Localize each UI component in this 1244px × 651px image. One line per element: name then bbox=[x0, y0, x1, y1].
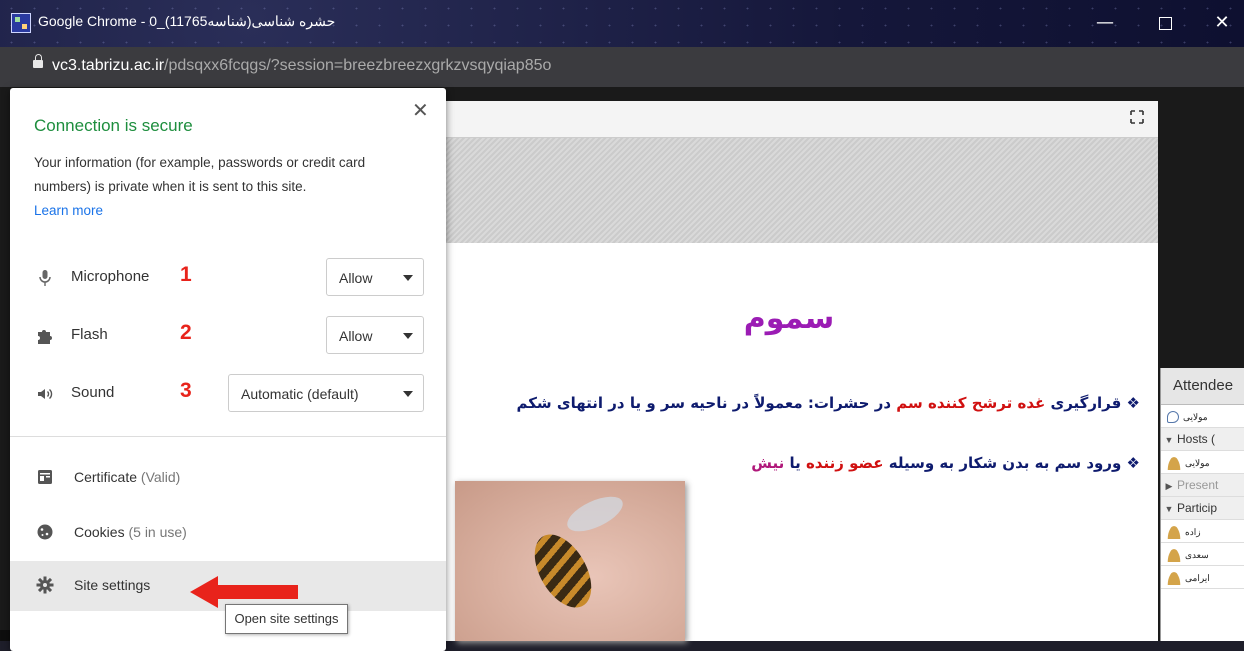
site-settings-label: Site settings bbox=[74, 577, 151, 593]
pod-header bbox=[420, 101, 1158, 138]
microphone-icon bbox=[39, 270, 51, 286]
attendee-row[interactable]: ایرامی bbox=[1161, 566, 1244, 589]
microphone-select[interactable]: Allow bbox=[326, 258, 424, 296]
permission-label: Sound bbox=[71, 384, 115, 401]
maximize-button[interactable] bbox=[1143, 6, 1187, 40]
gear-icon bbox=[36, 576, 54, 594]
triangle-down-icon: ▼ bbox=[1164, 435, 1174, 445]
attendee-row[interactable]: سعدی bbox=[1161, 543, 1244, 566]
slide-bullet-1: ❖ قرارگیری غده ترشح کننده سم در حشرات: م… bbox=[516, 394, 1140, 412]
window-title: Google Chrome - 0_(11765حشره شناسی(شناسه bbox=[38, 13, 336, 29]
participant-icon bbox=[1167, 524, 1181, 539]
attendee-row[interactable]: زاده bbox=[1161, 520, 1244, 543]
phone-icon bbox=[1167, 410, 1179, 423]
share-pod: سموم ❖ قرارگیری غده ترشح کننده سم در حشر… bbox=[420, 101, 1158, 641]
popup-divider bbox=[10, 436, 446, 437]
learn-more-link[interactable]: Learn more bbox=[34, 203, 103, 218]
url-text[interactable]: vc3.tabrizu.ac.ir/pdsqxx6fcqgs/?session=… bbox=[52, 57, 551, 75]
cookies-label: Cookies (5 in use) bbox=[74, 524, 187, 540]
cookie-icon bbox=[37, 524, 53, 540]
slide-hatched-area bbox=[420, 138, 1158, 243]
bullet-marker: ❖ bbox=[1126, 394, 1140, 412]
puzzle-icon bbox=[38, 330, 52, 344]
triangle-right-icon: ▶ bbox=[1165, 481, 1173, 491]
bullet2-part2: عضو زننده bbox=[805, 454, 884, 472]
presenters-section[interactable]: ▶ Present bbox=[1161, 474, 1244, 497]
certificate-icon bbox=[38, 470, 52, 484]
bee-wing bbox=[562, 489, 628, 539]
annotation-number: 3 bbox=[180, 379, 192, 402]
maximize-icon bbox=[1158, 16, 1172, 30]
bullet-marker: ❖ bbox=[1126, 454, 1140, 472]
bee-body bbox=[523, 524, 603, 618]
certificate-item[interactable]: Certificate (Valid) bbox=[10, 453, 446, 503]
permission-label: Microphone bbox=[71, 268, 150, 285]
participant-camera-icon bbox=[1167, 570, 1181, 585]
attendees-title: Attendee bbox=[1161, 368, 1244, 405]
annotation-number: 1 bbox=[180, 263, 192, 286]
bullet1-part1: قرارگیری bbox=[1050, 394, 1122, 412]
chevron-down-icon bbox=[403, 275, 413, 281]
hosts-section[interactable]: ▼ Hosts ( bbox=[1161, 428, 1244, 451]
certificate-label: Certificate (Valid) bbox=[74, 469, 181, 485]
slide-title: سموم bbox=[743, 301, 835, 336]
chevron-down-icon bbox=[403, 333, 413, 339]
address-bar[interactable]: vc3.tabrizu.ac.ir/pdsqxx6fcqgs/?session=… bbox=[0, 47, 1244, 87]
attendee-row[interactable]: مولایی bbox=[1161, 451, 1244, 474]
flash-select[interactable]: Allow bbox=[326, 316, 424, 354]
bullet2-part4: نیش bbox=[751, 454, 785, 472]
window-titlebar: Google Chrome - 0_(11765حشره شناسی(شناسه… bbox=[0, 0, 1244, 47]
permission-label: Flash bbox=[71, 326, 108, 343]
permission-microphone: Microphone 1 Allow bbox=[10, 258, 446, 298]
popup-close-button[interactable]: ✕ bbox=[412, 98, 429, 122]
app-icon bbox=[11, 13, 31, 33]
fullscreen-icon[interactable] bbox=[1130, 110, 1144, 124]
bullet1-part3: در حشرات: معمولاً در ناحیه سر و یا در ان… bbox=[516, 394, 892, 412]
minimize-button[interactable]: — bbox=[1083, 6, 1127, 40]
cookies-item[interactable]: Cookies (5 in use) bbox=[10, 508, 446, 558]
attendee-row[interactable]: مولایی bbox=[1161, 405, 1244, 428]
attendees-pod: Attendee مولایی ▼ Hosts ( مولایی ▶ Present… bbox=[1160, 368, 1244, 641]
chevron-down-icon bbox=[403, 391, 413, 397]
url-path: /pdsqxx6fcqgs/?session=breezbreezxgrkzvs… bbox=[164, 57, 552, 74]
participant-camera-icon bbox=[1167, 547, 1181, 562]
connection-secure-title: Connection is secure bbox=[34, 116, 193, 135]
triangle-down-icon: ▼ bbox=[1164, 504, 1174, 514]
lock-icon[interactable] bbox=[33, 54, 43, 68]
host-person-icon bbox=[1167, 455, 1181, 470]
annotation-number: 2 bbox=[180, 321, 192, 344]
slide-bullet-2: ❖ ورود سم به بدن شکار به وسیله عضو زننده… bbox=[751, 454, 1140, 472]
tooltip: Open site settings bbox=[225, 604, 348, 634]
participants-section[interactable]: ▼ Particip bbox=[1161, 497, 1244, 520]
bullet2-part1: ورود سم به بدن شکار به وسیله bbox=[883, 454, 1122, 472]
window-close-button[interactable]: ✕ bbox=[1200, 6, 1244, 40]
speaker-icon bbox=[38, 388, 53, 400]
permission-sound: Sound 3 Automatic (default) bbox=[10, 374, 446, 414]
bullet1-part2: غده ترشح کننده سم bbox=[891, 394, 1051, 412]
site-info-popup: ✕ Connection is secure Your information … bbox=[10, 88, 446, 651]
bullet2-part3: یا bbox=[784, 454, 806, 472]
sound-select[interactable]: Automatic (default) bbox=[228, 374, 424, 412]
permission-flash: Flash 2 Allow bbox=[10, 316, 446, 356]
url-host: vc3.tabrizu.ac.ir bbox=[52, 57, 165, 74]
connection-info-text: Your information (for example, passwords… bbox=[34, 155, 366, 218]
bee-image bbox=[455, 481, 685, 641]
